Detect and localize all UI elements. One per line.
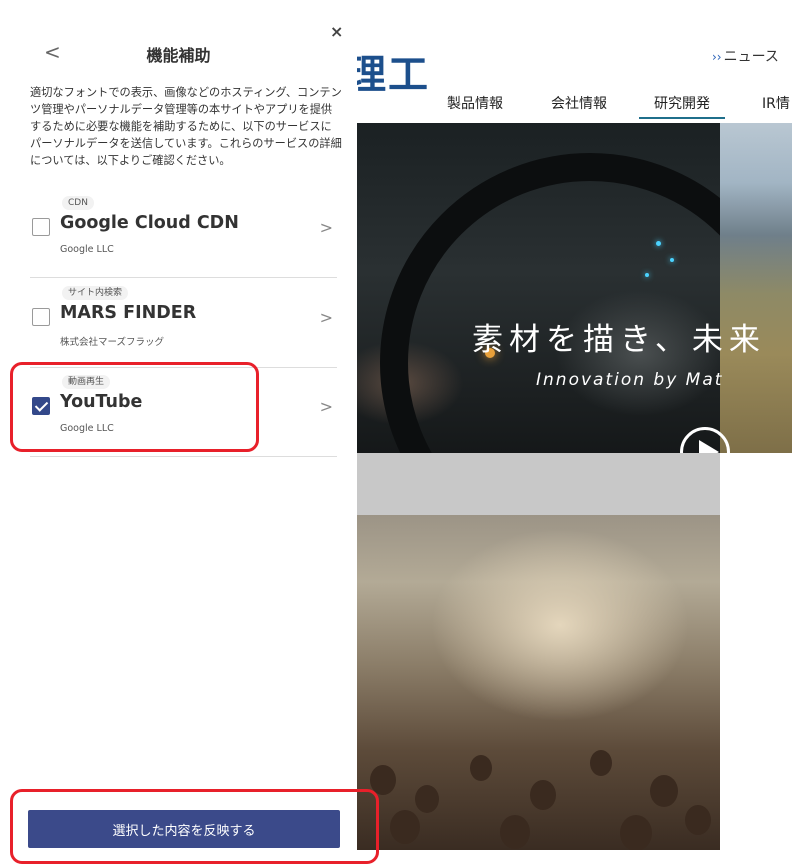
service-name: MARS FINDER (60, 303, 197, 323)
site-logo[interactable]: 理工 (346, 42, 430, 100)
service-owner: Google LLC (60, 423, 114, 434)
chevron-right-icon[interactable]: > (320, 218, 333, 237)
service-item-google-cloud-cdn[interactable]: CDN Google Cloud CDN Google LLC > (30, 196, 337, 278)
news-link-label: ニュース (723, 49, 779, 65)
service-name: YouTube (60, 392, 143, 412)
chevron-right-icon: ›› (712, 50, 722, 64)
news-link[interactable]: ›› ニュース (712, 46, 779, 66)
close-icon[interactable]: × (330, 22, 343, 41)
divider (30, 277, 337, 278)
hero-subheadline: Innovation by Mat (536, 370, 724, 390)
light-dot (645, 273, 649, 277)
crowd-image (340, 515, 720, 850)
divider (30, 456, 337, 457)
service-category-badge: 動画再生 (62, 375, 111, 389)
service-checkbox[interactable] (32, 397, 50, 415)
site-header-strip (340, 0, 792, 10)
steering-wheel-shape (380, 153, 720, 453)
nav-ir[interactable]: IR情 (762, 93, 790, 113)
service-category-badge: CDN (62, 196, 94, 210)
apply-selection-button[interactable]: 選択した内容を反映する (28, 810, 340, 848)
panel-title: 機能補助 (146, 46, 211, 65)
chevron-right-icon[interactable]: > (320, 397, 333, 416)
service-category-badge: サイト内検索 (62, 286, 129, 300)
nav-company[interactable]: 会社情報 (551, 93, 607, 113)
hero-landscape-image (720, 123, 792, 453)
chevron-right-icon[interactable]: > (320, 308, 333, 327)
nav-research[interactable]: 研究開発 (639, 93, 725, 119)
hero-image (340, 123, 720, 453)
service-owner: Google LLC (60, 244, 114, 255)
service-item-mars-finder[interactable]: サイト内検索 MARS FINDER 株式会社マーズフラッグ > (30, 286, 337, 368)
service-checkbox[interactable] (32, 218, 50, 236)
gray-band (340, 453, 720, 515)
service-name: Google Cloud CDN (60, 213, 239, 233)
service-item-youtube[interactable]: 動画再生 YouTube Google LLC > (30, 375, 337, 457)
consent-panel: × < 機能補助 適切なフォントでの表示、画像などのホスティング、コンテンツ管理… (0, 0, 357, 866)
light-dot (670, 258, 674, 262)
service-owner: 株式会社マーズフラッグ (60, 337, 165, 348)
panel-description: 適切なフォントでの表示、画像などのホスティング、コンテンツ管理やパーソナルデータ… (30, 86, 342, 167)
service-checkbox[interactable] (32, 308, 50, 326)
light-dot (656, 241, 661, 246)
nav-products[interactable]: 製品情報 (447, 93, 503, 113)
hero-headline: 素材を描き、未来 (472, 322, 766, 358)
divider (30, 367, 337, 368)
